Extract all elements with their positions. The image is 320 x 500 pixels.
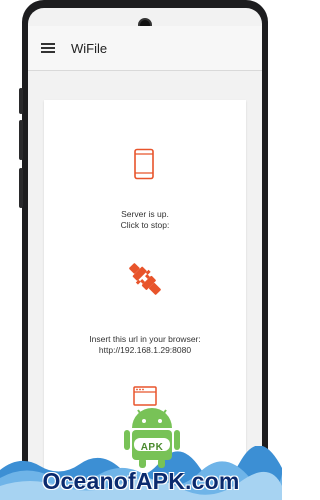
phone-power-button xyxy=(19,120,23,160)
server-stop-text: Click to stop: xyxy=(120,220,170,230)
apk-badge-text: APK xyxy=(140,442,164,453)
app-bar: WiFile xyxy=(28,26,262,71)
browser-window-icon xyxy=(133,386,157,406)
menu-icon[interactable] xyxy=(41,41,55,55)
watermark-text: OceanofAPK.com xyxy=(42,468,240,494)
smartphone-icon xyxy=(134,148,154,180)
phone-volume-button xyxy=(19,88,23,114)
url-instructions: Insert this url in your browser: http://… xyxy=(44,334,246,356)
server-status-button[interactable]: Server is up. Click to stop: xyxy=(44,209,246,231)
android-logo xyxy=(124,408,180,468)
server-url[interactable]: http://192.168.1.29:8080 xyxy=(44,345,246,356)
plug-icon[interactable] xyxy=(124,258,166,300)
server-status-text: Server is up. xyxy=(121,209,169,219)
app-title: WiFile xyxy=(71,40,108,56)
phone-side-button xyxy=(19,168,23,208)
url-label: Insert this url in your browser: xyxy=(89,334,201,344)
